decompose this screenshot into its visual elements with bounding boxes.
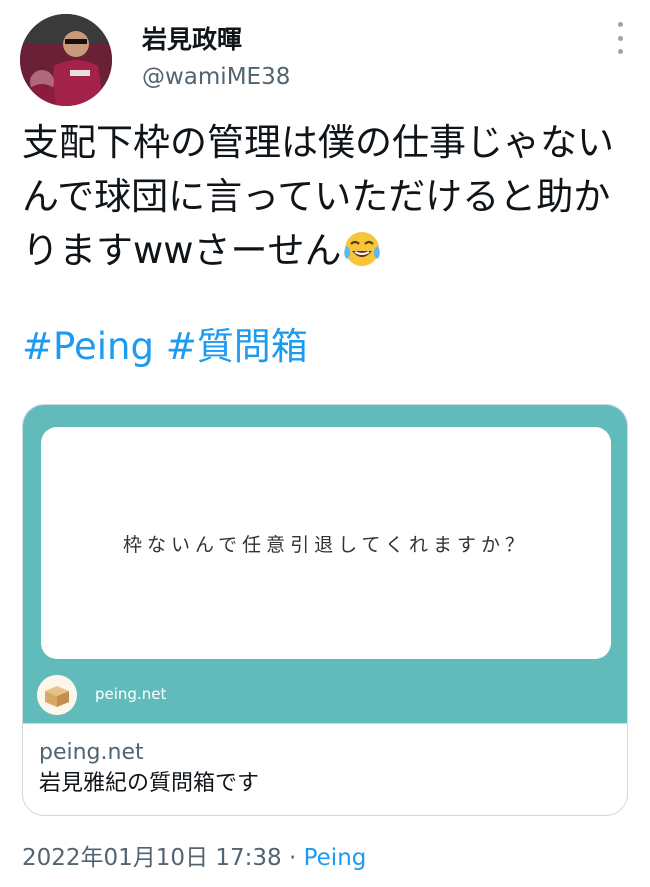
meta-separator: · [288, 845, 297, 871]
question-box: 枠ないんで任意引退してくれますか？ [41, 427, 611, 659]
tweet-meta: 2022年01月10日 17:38 · Peing [22, 838, 366, 872]
link-card[interactable]: 枠ないんで任意引退してくれますか？ peing.net peing.net 岩見… [22, 404, 628, 816]
display-name[interactable]: 岩見政暉 [142, 20, 242, 56]
face-with-tears-of-joy-icon [342, 229, 382, 269]
username-handle[interactable]: @wamiME38 [142, 64, 290, 90]
cardboard-box-icon [37, 675, 77, 715]
card-title: 岩見雅紀の質問箱です [39, 771, 260, 796]
card-domain: peing.net [39, 740, 144, 765]
card-image-site-label: peing.net [95, 685, 167, 703]
more-options-button[interactable] [612, 22, 628, 54]
avatar-image [20, 14, 112, 106]
hashtag-peing[interactable]: #Peing [22, 325, 154, 368]
question-text: 枠ないんで任意引退してくれますか？ [123, 533, 529, 556]
tweet: 岩見政暉 @wamiME38 支配下枠の管理は僕の仕事じゃないんで球団に言ってい… [0, 0, 650, 887]
avatar[interactable] [20, 14, 112, 106]
timestamp[interactable]: 2022年01月10日 17:38 [22, 845, 282, 871]
tweet-body: 支配下枠の管理は僕の仕事じゃないんで球団に言っていただけると助かりますwwさーせ… [22, 121, 614, 272]
card-info: peing.net 岩見雅紀の質問箱です [23, 723, 627, 815]
source-link[interactable]: Peing [304, 845, 367, 871]
more-options-icon [617, 22, 623, 27]
hashtags: #Peing #質問箱 [22, 322, 308, 372]
card-image: 枠ないんで任意引退してくれますか？ peing.net [23, 405, 627, 723]
hashtag-question-box[interactable]: #質問箱 [166, 325, 308, 368]
tweet-text: 支配下枠の管理は僕の仕事じゃないんで球団に言っていただけると助かりますwwさーせ… [22, 116, 630, 278]
